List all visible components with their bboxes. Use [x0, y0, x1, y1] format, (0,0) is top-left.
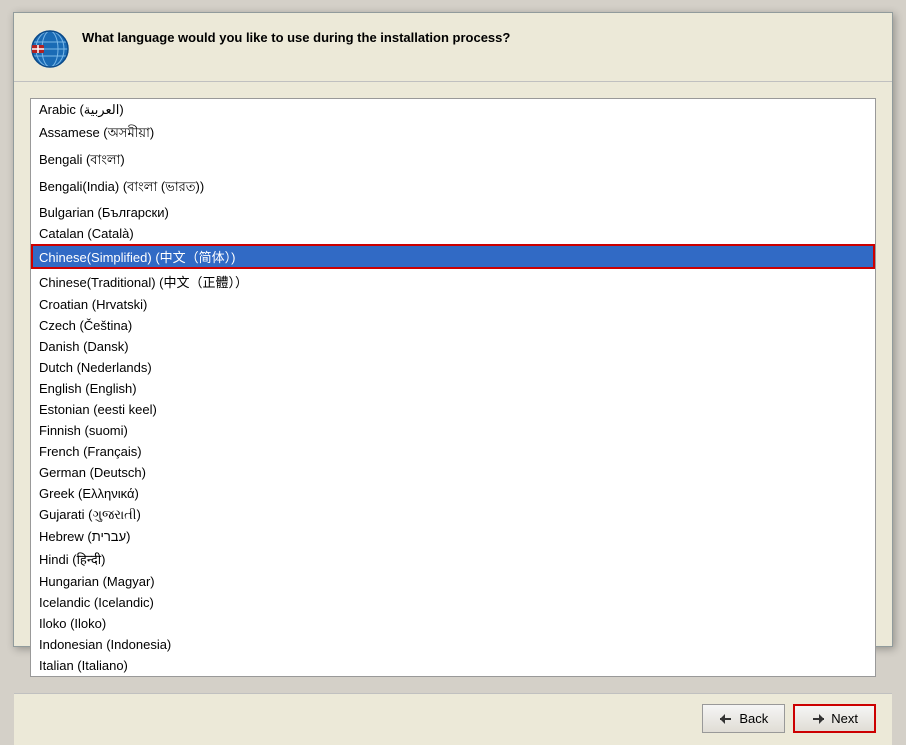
list-item[interactable]: French (Français)	[31, 441, 875, 462]
list-item[interactable]: Hindi (हिन्दी)	[31, 547, 875, 571]
dialog-header: What language would you like to use duri…	[14, 13, 892, 82]
list-item[interactable]: Arabic (العربية)	[31, 99, 875, 121]
list-item[interactable]: Bengali(India) (বাংলা (ভারত))	[31, 175, 875, 202]
list-item[interactable]: English (English)	[31, 378, 875, 399]
list-item[interactable]: Chinese(Simplified) (中文（简体）)	[31, 244, 875, 269]
next-button[interactable]: Next	[793, 704, 876, 733]
next-label: Next	[831, 711, 858, 726]
list-item[interactable]: Hebrew (עברית)	[31, 526, 875, 547]
next-arrow-icon	[811, 712, 825, 726]
list-item[interactable]: Dutch (Nederlands)	[31, 357, 875, 378]
list-item[interactable]: Indonesian (Indonesia)	[31, 634, 875, 655]
language-list-scroll[interactable]: Arabic (العربية)Assamese (অসমীয়া)Bengal…	[31, 99, 875, 676]
list-item[interactable]: Hungarian (Magyar)	[31, 571, 875, 592]
list-item[interactable]: Chinese(Traditional) (中文（正體））	[31, 269, 875, 294]
list-item[interactable]: Catalan (Català)	[31, 223, 875, 244]
list-item[interactable]: Bulgarian (Български)	[31, 202, 875, 223]
language-dialog: What language would you like to use duri…	[13, 12, 893, 647]
list-item[interactable]: Croatian (Hrvatski)	[31, 294, 875, 315]
language-globe-icon	[30, 29, 70, 69]
back-arrow-icon	[719, 712, 733, 726]
list-item[interactable]: Italian (Italiano)	[31, 655, 875, 676]
list-item[interactable]: Iloko (Iloko)	[31, 613, 875, 634]
list-item[interactable]: Finnish (suomi)	[31, 420, 875, 441]
list-item[interactable]: Assamese (অসমীয়া)	[31, 121, 875, 148]
list-item[interactable]: Icelandic (Icelandic)	[31, 592, 875, 613]
back-button[interactable]: Back	[702, 704, 785, 733]
list-item[interactable]: Estonian (eesti keel)	[31, 399, 875, 420]
dialog-content: Arabic (العربية)Assamese (অসমীয়া)Bengal…	[14, 82, 892, 693]
list-item[interactable]: Bengali (বাংলা)	[31, 148, 875, 175]
list-item[interactable]: Czech (Čeština)	[31, 315, 875, 336]
dialog-footer: Back Next	[14, 693, 892, 745]
list-item[interactable]: Gujarati (ગુજરાતી)	[31, 504, 875, 526]
list-item[interactable]: Greek (Ελληνικά)	[31, 483, 875, 504]
list-item[interactable]: Danish (Dansk)	[31, 336, 875, 357]
list-item[interactable]: German (Deutsch)	[31, 462, 875, 483]
dialog-title: What language would you like to use duri…	[82, 29, 510, 47]
back-label: Back	[739, 711, 768, 726]
language-list-container: Arabic (العربية)Assamese (অসমীয়া)Bengal…	[30, 98, 876, 677]
